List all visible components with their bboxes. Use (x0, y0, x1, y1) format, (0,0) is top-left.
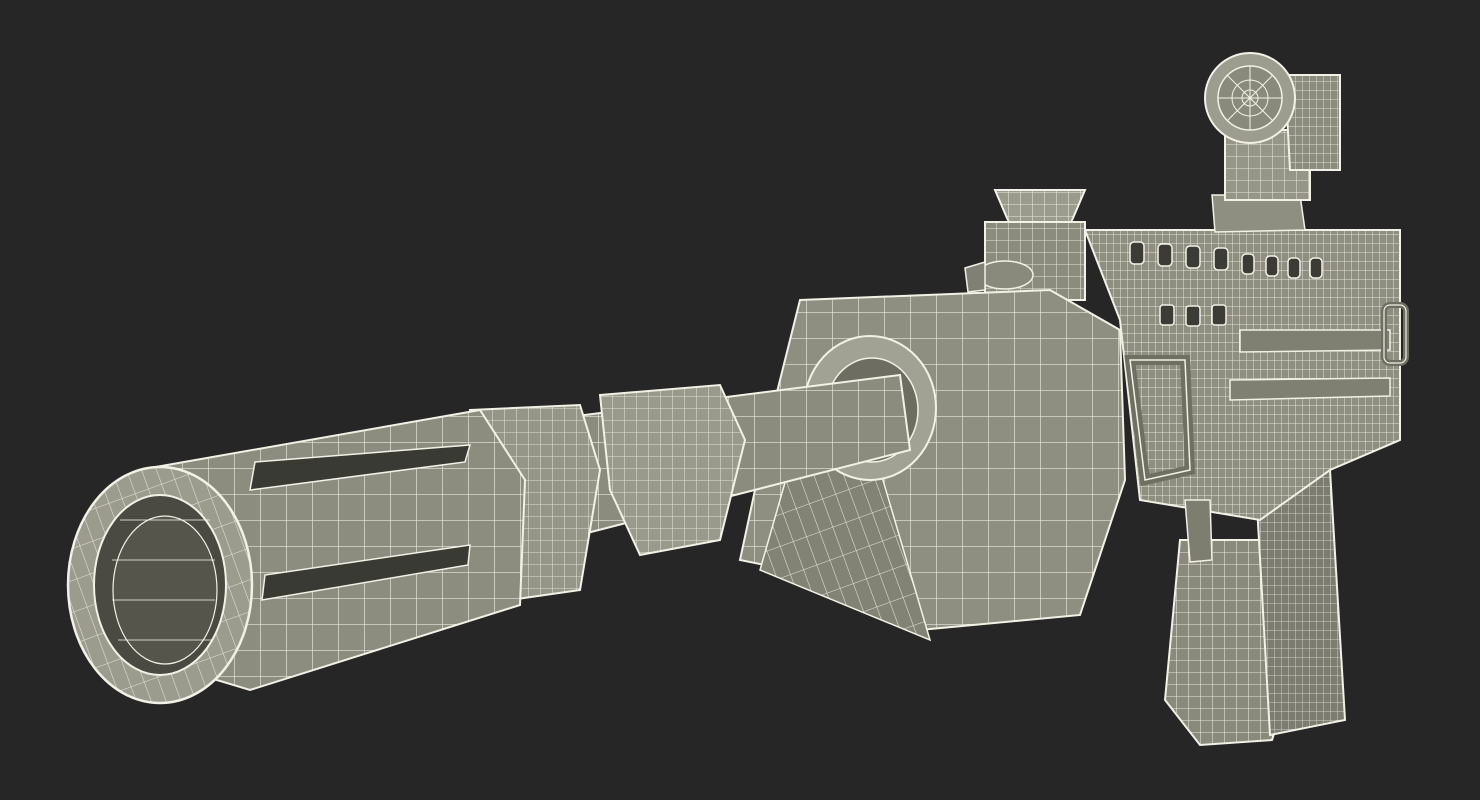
muzzle-brake (66, 408, 527, 705)
optic-sight (1204, 52, 1341, 233)
front-sight (964, 189, 1087, 301)
wireframe-render-canvas (66, 52, 1409, 747)
